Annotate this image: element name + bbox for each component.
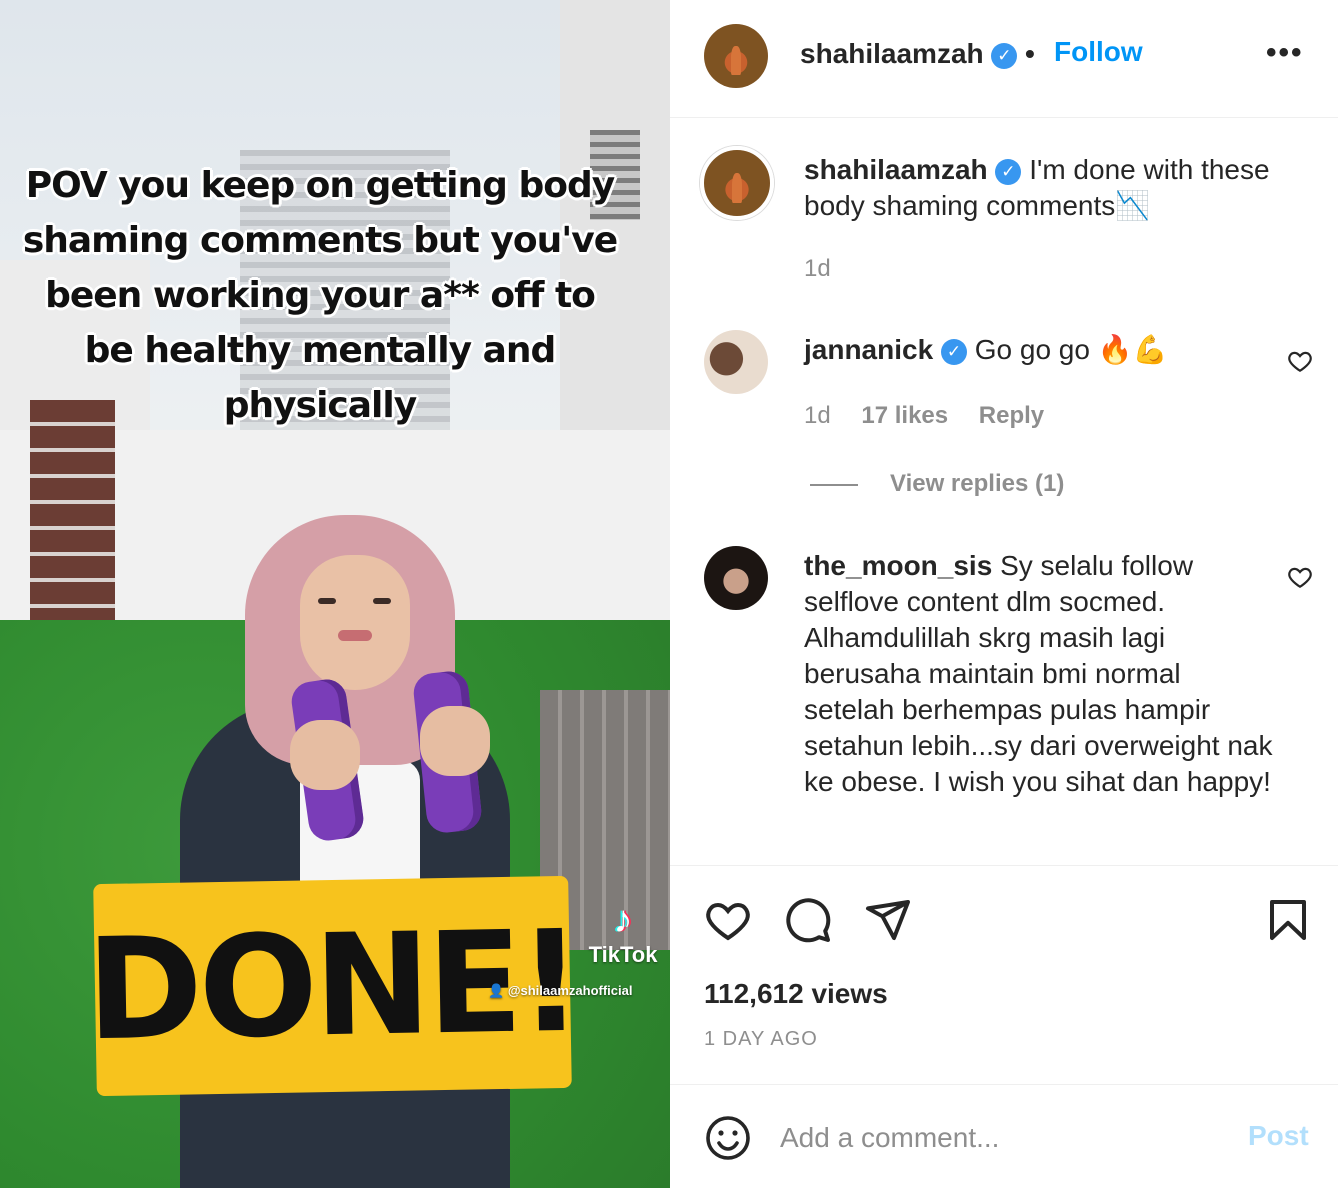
comment-text: Go go go 🔥💪	[974, 334, 1168, 365]
heart-icon[interactable]	[704, 896, 752, 944]
bookmark-icon[interactable]	[1264, 896, 1312, 944]
comment-time[interactable]: 1d	[804, 402, 831, 429]
post-media[interactable]: POV you keep on getting body shaming com…	[0, 0, 670, 1188]
tiktok-handle: 👤 @shilaamzahofficial	[488, 983, 633, 998]
tiktok-icon: ♪	[613, 899, 633, 941]
divider	[670, 865, 1338, 866]
comment-icon[interactable]	[784, 896, 832, 944]
header-separator: •	[1025, 38, 1035, 69]
post-button[interactable]: Post	[1248, 1120, 1309, 1152]
reply-button[interactable]: Reply	[979, 402, 1044, 429]
comment-text: Sy selalu follow selflove content dlm so…	[804, 550, 1273, 797]
commenter-avatar[interactable]	[704, 546, 768, 610]
tiktok-watermark: ♪ TikTok	[582, 898, 664, 968]
comment-like-heart-icon[interactable]	[1287, 348, 1313, 374]
person-face	[300, 555, 410, 690]
comment-meta: 1d 17 likes Reply	[804, 402, 1068, 430]
comment-username[interactable]: the_moon_sis	[804, 550, 992, 581]
commenter-avatar[interactable]	[704, 330, 768, 394]
comment-item: the_moon_sis Sy selalu follow selflove c…	[804, 548, 1274, 800]
verified-badge-icon: ✓	[991, 43, 1018, 69]
paper-plane-icon[interactable]	[864, 896, 912, 944]
caption-username[interactable]: shahilaamzah	[804, 154, 988, 185]
author-avatar[interactable]	[704, 24, 768, 88]
follow-button[interactable]: Follow	[1054, 36, 1143, 68]
divider	[670, 117, 1338, 118]
more-options-icon[interactable]: •••	[1266, 36, 1304, 70]
emoji-icon[interactable]	[704, 1114, 752, 1162]
pov-overlay-text: POV you keep on getting body shaming com…	[22, 165, 618, 426]
verified-badge-icon: ✓	[940, 339, 967, 365]
comment-item: jannanick ✓ Go go go 🔥💪	[804, 332, 1274, 368]
post-panel: shahilaamzah ✓ • Follow ••• shahilaamzah…	[670, 0, 1338, 1188]
post-caption: shahilaamzah ✓ I'm done with these body …	[804, 152, 1274, 224]
comment-username[interactable]: jannanick	[804, 334, 933, 365]
author-username[interactable]: shahilaamzah ✓	[800, 38, 1018, 70]
comment-likes[interactable]: 17 likes	[861, 402, 948, 429]
comment-like-heart-icon[interactable]	[1287, 564, 1313, 590]
view-count[interactable]: 112,612 views	[704, 978, 888, 1010]
caption-time[interactable]: 1d	[804, 255, 831, 283]
add-comment-input[interactable]	[780, 1116, 1200, 1160]
divider	[670, 1084, 1338, 1085]
view-replies-button[interactable]: View replies (1)	[810, 470, 1064, 498]
caption-avatar[interactable]	[700, 146, 774, 220]
verified-badge-icon: ✓	[995, 159, 1022, 185]
post-date[interactable]: 1 DAY AGO	[704, 1028, 818, 1051]
